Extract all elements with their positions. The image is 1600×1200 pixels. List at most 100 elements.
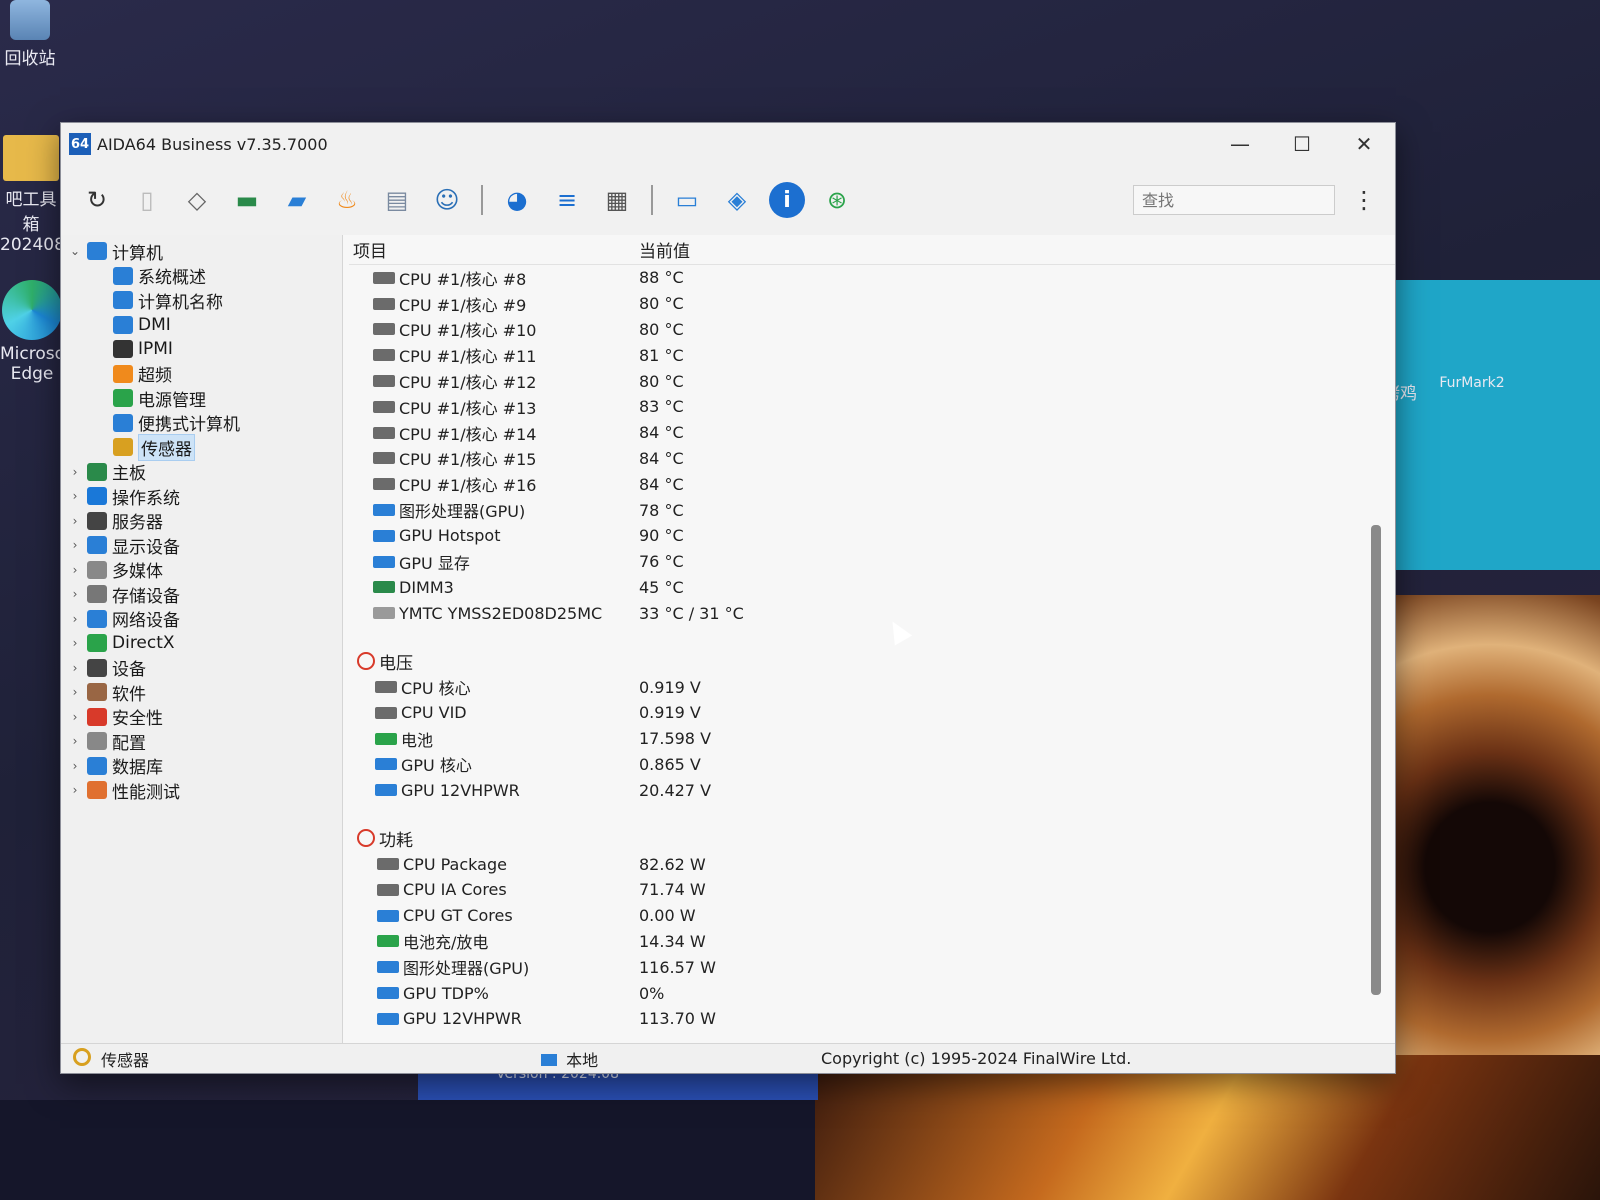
- tree-item[interactable]: › 服务器: [67, 509, 342, 533]
- sensor-row[interactable]: CPU #1/核心 #10 80 °C: [349, 317, 1395, 343]
- title-bar[interactable]: 64 AIDA64 Business v7.35.7000 — ☐ ✕: [61, 123, 1395, 165]
- column-value-header[interactable]: 当前值: [639, 237, 690, 262]
- info-icon[interactable]: i: [769, 182, 805, 218]
- expand-arrow-icon[interactable]: ›: [67, 710, 83, 724]
- sensor-row[interactable]: CPU VID 0.919 V: [349, 700, 1395, 726]
- tree-item[interactable]: DMI: [67, 313, 342, 338]
- tree-item[interactable]: › 安全性: [67, 705, 342, 729]
- sensor-row[interactable]: 电池充/放电 14.34 W: [349, 929, 1395, 955]
- expand-arrow-icon[interactable]: ›: [67, 514, 83, 528]
- tree-item[interactable]: IPMI: [67, 337, 342, 362]
- search-input[interactable]: [1133, 185, 1335, 215]
- tree-item[interactable]: › 软件: [67, 680, 342, 705]
- maximize-button[interactable]: ☐: [1271, 123, 1333, 165]
- expand-arrow-icon[interactable]: ›: [67, 465, 83, 479]
- furmark-desktop-icon[interactable]: FurMark2: [1432, 368, 1512, 392]
- user-icon[interactable]: ☺: [429, 182, 465, 218]
- cpu-icon: [373, 297, 395, 310]
- expand-arrow-icon[interactable]: ›: [67, 489, 83, 503]
- sensor-row[interactable]: CPU #1/核心 #11 81 °C: [349, 342, 1395, 368]
- expand-arrow-icon[interactable]: ›: [67, 612, 83, 626]
- sensor-row[interactable]: CPU IA Cores 71.74 W: [349, 877, 1395, 903]
- tree-item[interactable]: › 设备: [67, 656, 342, 680]
- tree-item[interactable]: › 性能测试: [67, 778, 342, 803]
- expand-arrow-icon[interactable]: ›: [67, 734, 83, 748]
- sensor-row[interactable]: GPU 核心 0.865 V: [349, 752, 1395, 778]
- tree-item[interactable]: › 数据库: [67, 754, 342, 778]
- column-item-header[interactable]: 项目: [349, 237, 639, 262]
- tree-item[interactable]: 传感器: [67, 433, 342, 461]
- tree-item[interactable]: › 存储设备: [67, 582, 342, 607]
- expand-arrow-icon[interactable]: ›: [67, 636, 83, 650]
- expand-arrow-icon[interactable]: ⌄: [67, 244, 83, 258]
- sensor-row[interactable]: 图形处理器(GPU) 78 °C: [349, 497, 1395, 523]
- sync-icon[interactable]: ◈: [719, 182, 755, 218]
- tree-item[interactable]: › 配置: [67, 729, 342, 754]
- sensor-row[interactable]: GPU 12VHPWR 20.427 V: [349, 777, 1395, 803]
- tree-item[interactable]: › 主板: [67, 460, 342, 484]
- sensor-row[interactable]: 图形处理器(GPU) 116.57 W: [349, 954, 1395, 980]
- tree-item[interactable]: › 操作系统: [67, 484, 342, 509]
- tree-item-icon: [87, 560, 107, 579]
- sensor-row[interactable]: CPU Package 82.62 W: [349, 851, 1395, 877]
- tree-item[interactable]: 超频: [67, 362, 342, 386]
- tree-item[interactable]: 系统概述: [67, 264, 342, 288]
- expand-arrow-icon[interactable]: ›: [67, 759, 83, 773]
- recycle-bin-desktop-icon[interactable]: 回收站: [0, 0, 60, 69]
- tree-item-icon: [87, 585, 107, 604]
- tree-item-icon: [87, 462, 107, 481]
- computer-icon[interactable]: ▰: [279, 182, 315, 218]
- sensor-row[interactable]: CPU #1/核心 #15 84 °C: [349, 446, 1395, 472]
- tree-item[interactable]: 电源管理: [67, 386, 342, 411]
- sensor-row[interactable]: CPU #1/核心 #12 80 °C: [349, 368, 1395, 394]
- sensor-row[interactable]: GPU TDP% 0%: [349, 980, 1395, 1006]
- report-icon[interactable]: ▯: [129, 182, 165, 218]
- sensor-row[interactable]: GPU 12VHPWR 113.70 W: [349, 1006, 1395, 1032]
- sensor-row[interactable]: CPU #1/核心 #13 83 °C: [349, 394, 1395, 420]
- tree-item[interactable]: › 显示设备: [67, 533, 342, 558]
- tree-item[interactable]: › DirectX: [67, 631, 342, 656]
- expand-arrow-icon[interactable]: ›: [67, 538, 83, 552]
- database-icon[interactable]: ≡: [549, 182, 585, 218]
- tree-item[interactable]: › 多媒体: [67, 558, 342, 582]
- report-schedule-icon[interactable]: ▦: [599, 182, 635, 218]
- tree-item[interactable]: ⌄ 计算机: [67, 239, 342, 264]
- sensor-name: GPU 显存: [399, 553, 470, 573]
- sensor-row[interactable]: CPU #1/核心 #14 84 °C: [349, 420, 1395, 446]
- edge-desktop-icon[interactable]: Microsoft Edge: [0, 280, 77, 384]
- sensor-row[interactable]: 电池 17.598 V: [349, 726, 1395, 752]
- sensor-row[interactable]: GPU Hotspot 90 °C: [349, 523, 1395, 549]
- network-icon[interactable]: ▭: [669, 182, 705, 218]
- power-icon: [357, 829, 375, 848]
- sensor-row[interactable]: CPU #1/核心 #16 84 °C: [349, 471, 1395, 497]
- tree-item[interactable]: › 网络设备: [67, 607, 342, 631]
- more-options-icon[interactable]: ⋮: [1349, 186, 1379, 214]
- expand-arrow-icon[interactable]: ›: [67, 685, 83, 699]
- cpu-icon[interactable]: ◇: [179, 182, 215, 218]
- tree-item[interactable]: 便携式计算机: [67, 411, 342, 435]
- clipboard-icon[interactable]: ▤: [379, 182, 415, 218]
- expand-arrow-icon[interactable]: ›: [67, 563, 83, 577]
- update-icon[interactable]: ⊛: [819, 182, 855, 218]
- sensor-row[interactable]: YMTC YMSS2ED08D25MC 33 °C / 31 °C: [349, 600, 1395, 626]
- sensor-row[interactable]: DIMM3 45 °C: [349, 575, 1395, 601]
- memory-icon[interactable]: ▬: [229, 182, 265, 218]
- refresh-icon[interactable]: ↻: [79, 182, 115, 218]
- expand-arrow-icon[interactable]: ›: [67, 783, 83, 797]
- minimize-button[interactable]: —: [1209, 123, 1271, 165]
- sensor-row[interactable]: GPU 显存 76 °C: [349, 549, 1395, 575]
- benchmark-icon[interactable]: ◕: [499, 182, 535, 218]
- expand-arrow-icon[interactable]: ›: [67, 661, 83, 675]
- overclock-icon[interactable]: ♨: [329, 182, 365, 218]
- cpu-icon: [375, 706, 397, 719]
- sensor-row[interactable]: CPU 核心 0.919 V: [349, 674, 1395, 700]
- sensor-row[interactable]: CPU #1/核心 #8 88 °C: [349, 265, 1395, 291]
- toolbox-folder-desktop-icon[interactable]: 吧工具箱 202408: [0, 135, 65, 255]
- vertical-scrollbar[interactable]: [1371, 525, 1381, 995]
- expand-arrow-icon[interactable]: ›: [67, 587, 83, 601]
- cpu-icon: [377, 858, 399, 871]
- tree-item[interactable]: 计算机名称: [67, 288, 342, 313]
- close-button[interactable]: ✕: [1333, 123, 1395, 165]
- sensor-row[interactable]: CPU #1/核心 #9 80 °C: [349, 291, 1395, 317]
- sensor-row[interactable]: CPU GT Cores 0.00 W: [349, 903, 1395, 929]
